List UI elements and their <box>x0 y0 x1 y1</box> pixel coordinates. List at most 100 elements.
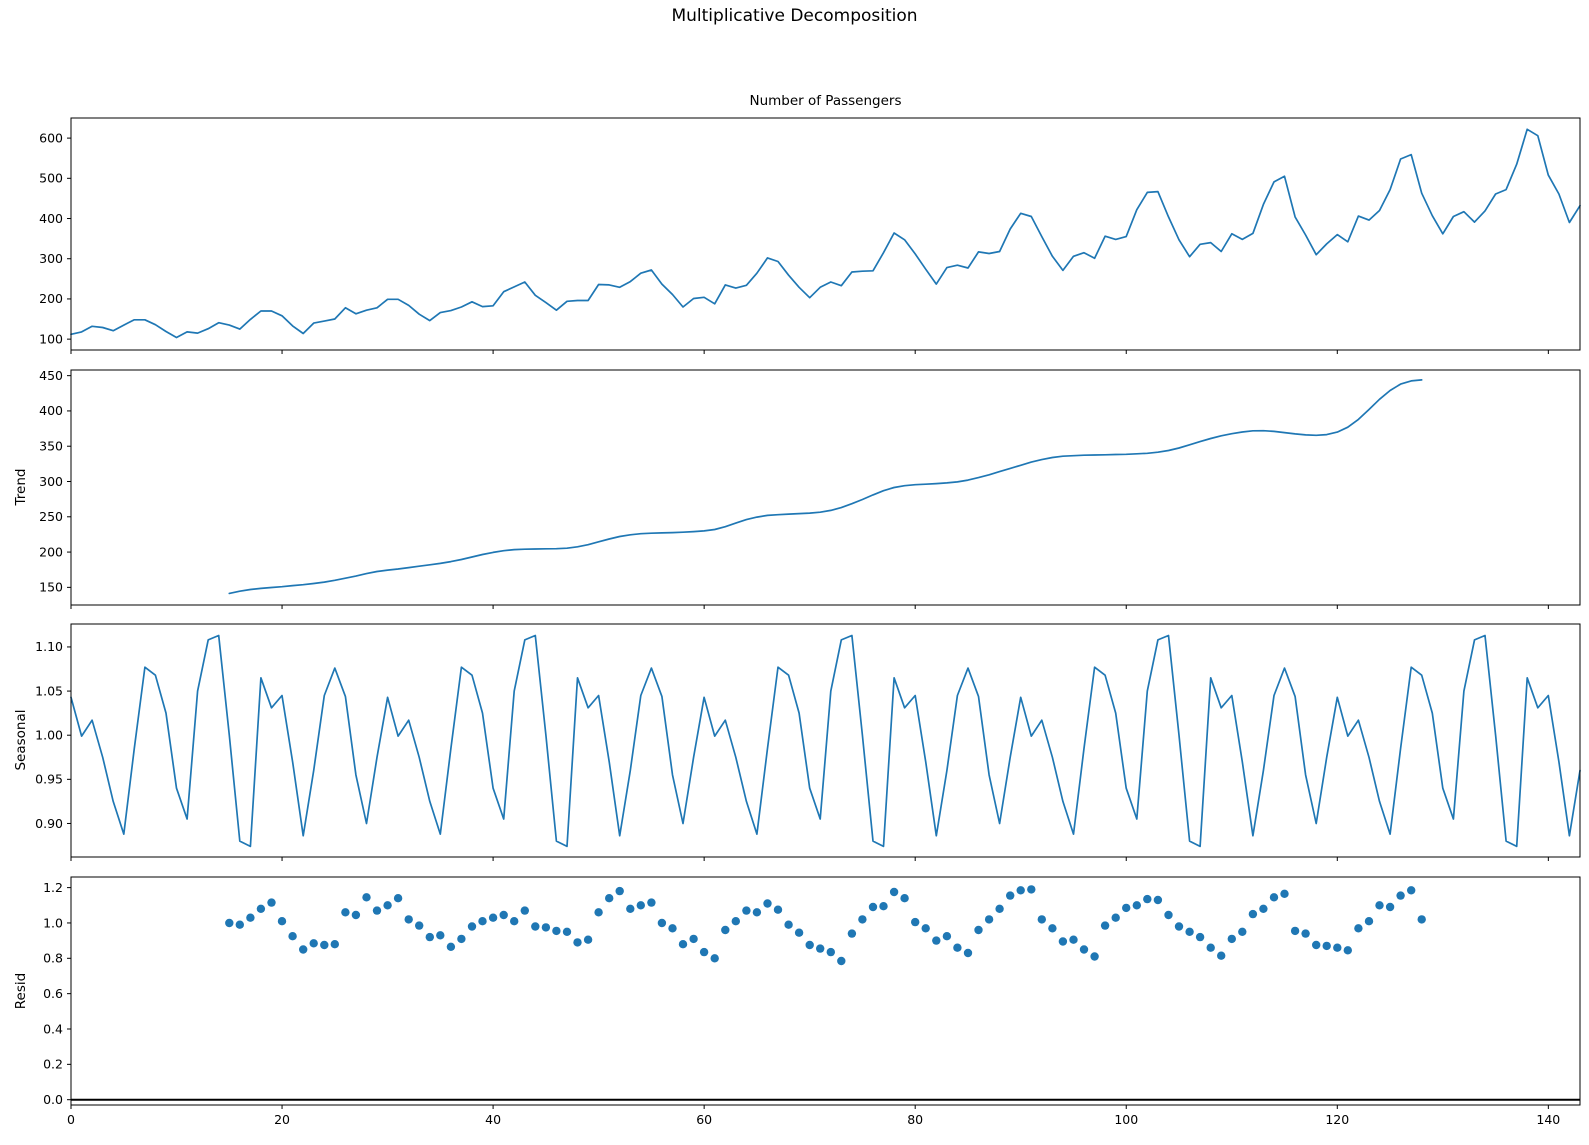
resid-point <box>984 915 994 924</box>
y-tick-label: 0.2 <box>43 1057 63 1072</box>
resid-point <box>531 922 540 931</box>
resid-point <box>995 904 1004 913</box>
resid-point <box>330 940 339 949</box>
y-tick-label: 0.4 <box>43 1021 63 1036</box>
resid-point <box>277 917 287 926</box>
resid-point <box>1037 915 1047 924</box>
resid-point <box>1354 924 1363 933</box>
Seasonal-line <box>70 634 1581 848</box>
Trend-line <box>228 379 1423 595</box>
resid-point <box>415 921 424 930</box>
resid-point <box>467 922 477 931</box>
resid-point <box>678 940 688 949</box>
resid-point <box>794 928 804 937</box>
y-tick-label: 1.00 <box>35 728 63 743</box>
resid-point <box>1006 891 1015 900</box>
resid-point <box>636 901 645 910</box>
resid-point <box>1407 886 1416 895</box>
y-tick-label: 0.6 <box>43 986 63 1001</box>
y-tick-label: 500 <box>39 171 63 186</box>
resid-point <box>341 908 350 917</box>
resid-point <box>879 902 888 911</box>
x-tick-label: 0 <box>67 1112 75 1127</box>
resid-point <box>246 913 255 922</box>
y-tick-label: 1.0 <box>43 915 63 930</box>
resid-point <box>1280 889 1289 898</box>
resid-point <box>299 945 308 954</box>
resid-point <box>488 913 498 922</box>
resid-point <box>773 905 783 914</box>
resid-point <box>858 915 867 924</box>
resid-point <box>699 947 709 957</box>
resid-point <box>953 943 962 952</box>
resid-point <box>605 894 614 903</box>
resid-point <box>1417 915 1426 924</box>
y-tick-label: 600 <box>39 130 63 145</box>
resid-point <box>1375 901 1384 910</box>
resid-point <box>1185 927 1194 936</box>
resid-point <box>1174 922 1184 931</box>
resid-point <box>1164 910 1173 920</box>
Number of Passengers-line <box>70 128 1581 339</box>
resid-point <box>1364 917 1374 926</box>
resid-point <box>510 917 519 926</box>
resid-point <box>309 939 318 948</box>
resid-point <box>837 956 846 966</box>
resid-point <box>911 917 920 927</box>
resid-point <box>1322 941 1331 951</box>
resid-point <box>1312 940 1321 950</box>
resid-point <box>457 934 466 944</box>
y-tick-label: 0.8 <box>43 951 63 966</box>
resid-point <box>1132 901 1142 910</box>
resid-point <box>1217 951 1226 960</box>
x-tick-label: 60 <box>696 1112 712 1127</box>
resid-point <box>446 942 456 951</box>
resid-point <box>963 948 973 958</box>
resid-point <box>647 898 656 907</box>
resid-point <box>235 920 244 929</box>
resid-point <box>372 906 382 915</box>
resid-point <box>573 938 582 947</box>
resid-point <box>657 918 667 928</box>
resid-point <box>763 899 772 908</box>
resid-point <box>1048 924 1057 933</box>
resid-point <box>942 932 952 941</box>
x-tick-label: 40 <box>485 1112 501 1127</box>
resid-point <box>1111 913 1120 922</box>
x-tick-label: 100 <box>1114 1112 1138 1127</box>
resid-point <box>1153 895 1163 905</box>
resid-point <box>1206 943 1215 952</box>
y-tick-label: 300 <box>39 251 63 266</box>
resid-point <box>1259 904 1268 913</box>
resid-point <box>805 940 814 950</box>
resid-point <box>742 906 751 915</box>
y-tick-label: 100 <box>39 331 63 346</box>
resid-point <box>1195 932 1205 942</box>
y-tick-label: 400 <box>39 211 63 226</box>
panel-3-frame <box>70 876 1581 1106</box>
resid-point <box>752 908 762 917</box>
y-tick-label: 300 <box>39 474 63 489</box>
resid-point <box>1122 903 1131 913</box>
resid-point <box>383 901 392 910</box>
resid-point <box>1016 886 1025 895</box>
resid-point <box>562 927 572 936</box>
resid-point <box>288 932 297 941</box>
resid-point <box>225 918 234 928</box>
y-tick-label: 1.10 <box>35 639 63 654</box>
resid-point <box>868 902 878 912</box>
resid-point <box>626 904 635 913</box>
x-tick-label: 140 <box>1536 1112 1560 1127</box>
resid-point <box>689 934 698 944</box>
resid-point <box>1248 909 1258 919</box>
y-tick-label: 250 <box>39 509 63 524</box>
resid-point <box>499 910 508 920</box>
resid-point <box>320 940 329 950</box>
y-tick-label: 0.90 <box>35 816 63 831</box>
decomposition-figure: Multiplicative Decomposition Number of P… <box>0 0 1589 1145</box>
x-tick-label: 80 <box>907 1112 923 1127</box>
y-tick-label: 200 <box>39 291 63 306</box>
resid-point <box>1301 929 1310 938</box>
resid-point <box>1269 893 1279 902</box>
resid-point <box>615 886 624 896</box>
